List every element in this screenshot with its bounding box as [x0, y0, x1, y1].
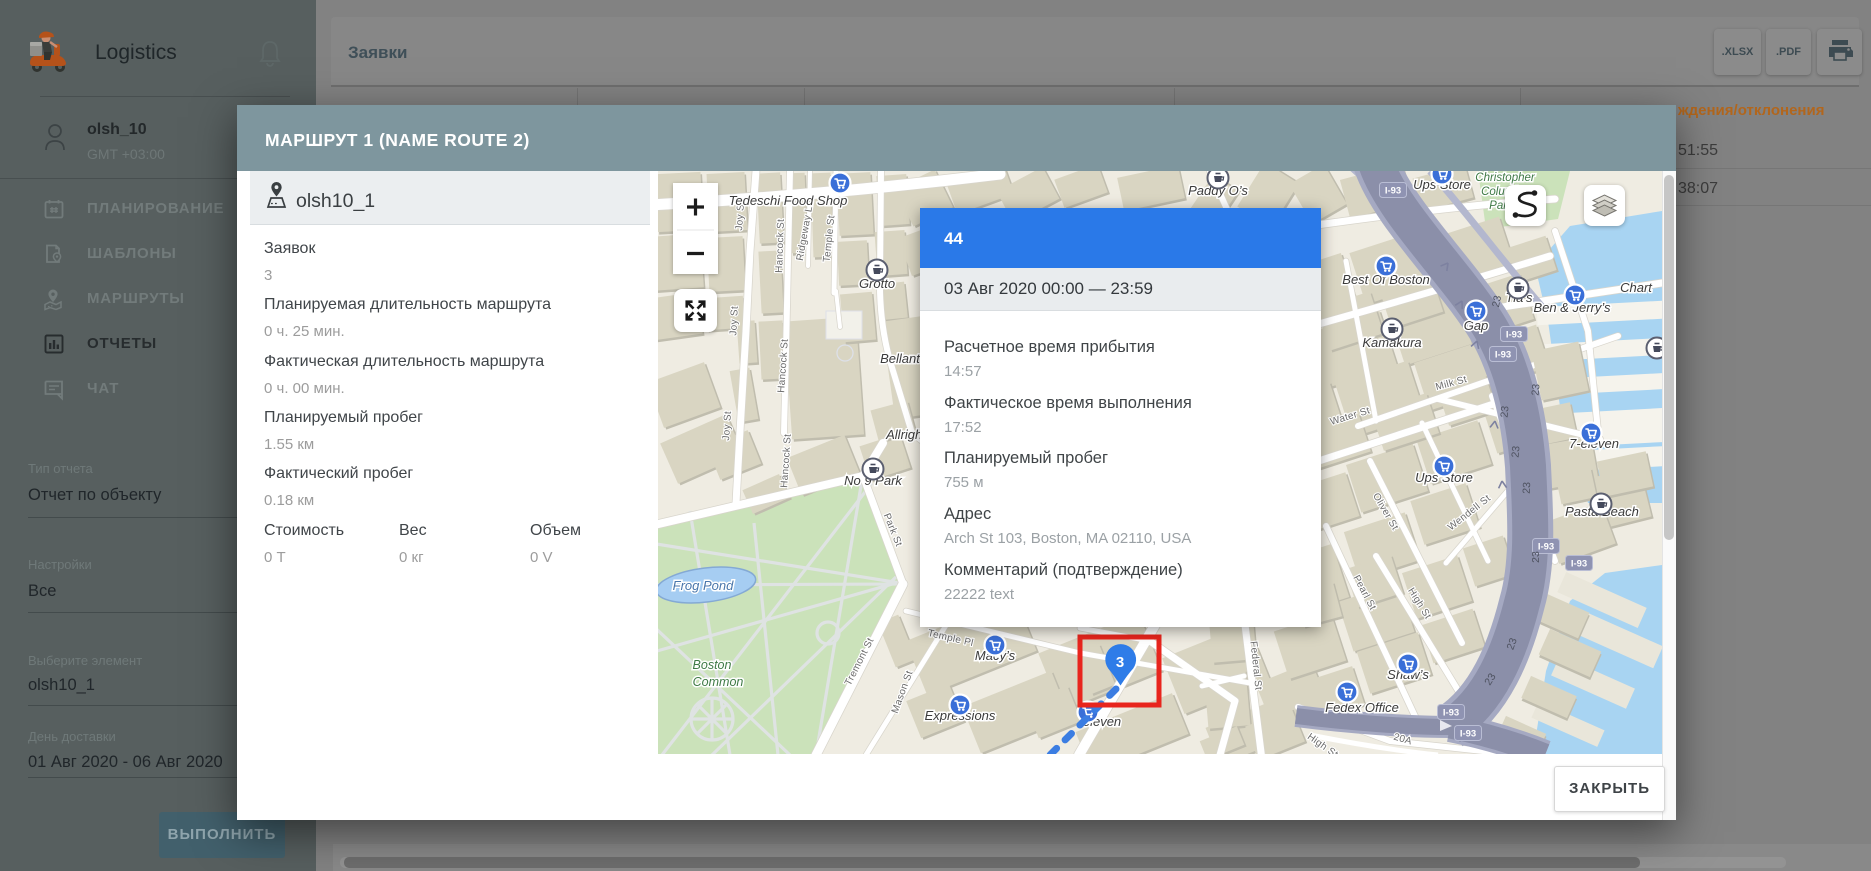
- svg-text:Joy St: Joy St: [721, 411, 734, 441]
- svg-text:I-93: I-93: [1385, 186, 1401, 197]
- svg-text:3: 3: [1116, 654, 1124, 671]
- svg-text:23: 23: [1499, 405, 1512, 418]
- svg-text:Boston: Boston: [693, 658, 732, 672]
- svg-text:I-93: I-93: [1538, 542, 1554, 553]
- svg-text:Bellant: Bellant: [880, 351, 921, 366]
- svg-text:23: 23: [1510, 445, 1523, 458]
- svg-text:Fedex Office: Fedex Office: [1325, 700, 1399, 715]
- svg-text:23: 23: [1530, 551, 1542, 563]
- svg-text:Hancock St: Hancock St: [774, 219, 787, 273]
- svg-text:Frog Pond: Frog Pond: [673, 578, 734, 593]
- svg-text:I-93: I-93: [1571, 559, 1587, 570]
- svg-text:I-93: I-93: [1506, 330, 1522, 341]
- svg-text:I-93: I-93: [1443, 708, 1459, 719]
- svg-text:I-93: I-93: [1460, 729, 1476, 740]
- svg-text:Tedeschi Food Shop: Tedeschi Food Shop: [729, 193, 848, 208]
- svg-text:I-93: I-93: [1495, 350, 1511, 361]
- svg-text:Chart: Chart: [1620, 280, 1653, 295]
- svg-text:Christopher: Christopher: [1475, 172, 1536, 184]
- svg-text:Common: Common: [693, 675, 744, 689]
- svg-text:23: 23: [1530, 383, 1543, 396]
- svg-text:23: 23: [1521, 482, 1533, 494]
- svg-text:Joy St: Joy St: [728, 306, 741, 336]
